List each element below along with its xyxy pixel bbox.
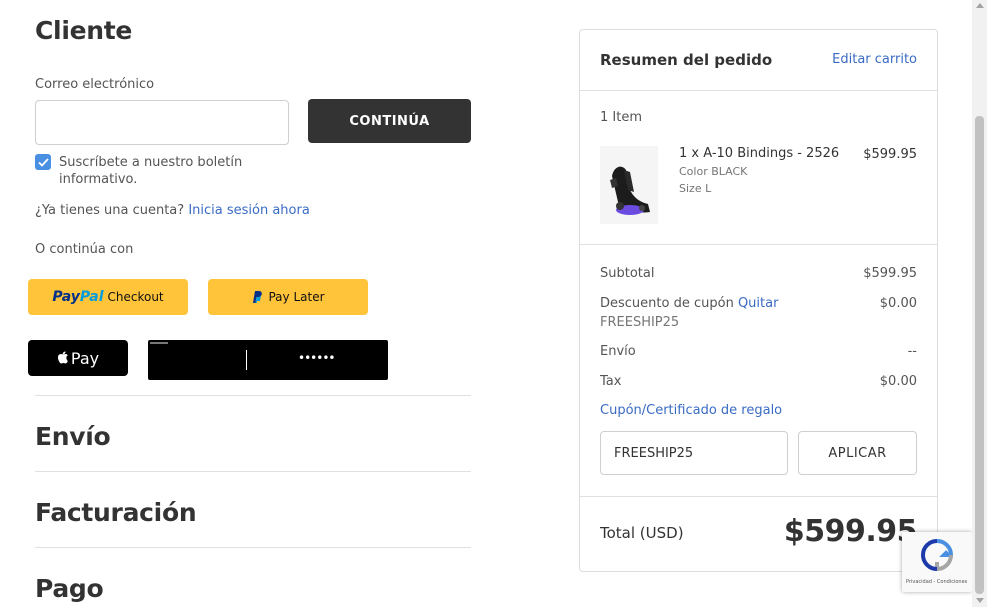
tax-label: Tax (600, 374, 622, 389)
coupon-remove-link[interactable]: Quitar (738, 296, 779, 311)
check-icon (37, 157, 49, 167)
paylater-button[interactable]: Pay Later (208, 279, 368, 315)
paypal-logo-pal: Pal (79, 289, 104, 305)
summary-divider (580, 496, 937, 497)
gift-certificate-link[interactable]: Cupón/Certificado de regalo (600, 403, 782, 418)
coupon-code-input[interactable]: FREESHIP25 (600, 431, 788, 475)
newsletter-checkbox[interactable] (35, 154, 51, 170)
gpay-progress-mark (150, 342, 168, 344)
tax-value: $0.00 (879, 374, 917, 389)
recaptcha-footer[interactable]: Privacidad - Condiciones (906, 579, 967, 585)
edit-cart-link[interactable]: Editar carrito (832, 52, 917, 67)
section-divider (35, 471, 471, 472)
newsletter-label: Suscríbete a nuestro boletín informativo… (59, 154, 242, 188)
summary-divider (580, 90, 937, 91)
bindings-image-icon (610, 166, 650, 215)
scrollbar[interactable] (972, 0, 987, 607)
scrollbar-thumb[interactable] (975, 116, 984, 594)
apple-icon (57, 351, 68, 364)
shipping-value: -- (907, 344, 917, 359)
section-divider (35, 547, 471, 548)
or-continue-label: O continúa con (35, 242, 134, 257)
applied-coupon-code: FREESHIP25 (600, 315, 680, 330)
account-question: ¿Ya tienes una cuenta? (35, 203, 185, 218)
paylater-label: Pay Later (268, 290, 325, 304)
recaptcha-icon (920, 539, 954, 572)
item-name: 1 x A-10 Bindings - 2526 (679, 146, 840, 161)
shipping-label: Envío (600, 344, 636, 359)
apply-coupon-button[interactable]: APLICAR (798, 431, 917, 475)
order-summary-panel: Resumen del pedido Editar carrito 1 Item… (579, 29, 938, 572)
email-label: Correo electrónico (35, 77, 155, 92)
item-price: $599.95 (863, 147, 917, 162)
billing-heading[interactable]: Facturación (35, 498, 197, 527)
total-label: Total (USD) (600, 524, 684, 542)
scroll-up-arrow-icon[interactable] (976, 3, 984, 8)
subtotal-value: $599.95 (863, 266, 917, 281)
apple-pay-label: Pay (70, 348, 100, 368)
item-count: 1 Item (600, 110, 642, 125)
newsletter-line-2: informativo. (59, 172, 138, 187)
recaptcha-badge[interactable]: Privacidad - Condiciones (902, 532, 972, 592)
apple-pay-button[interactable]: Pay (28, 340, 128, 376)
coupon-row: Descuento de cupón Quitar (600, 296, 778, 311)
newsletter-line-1: Suscríbete a nuestro boletín (59, 155, 243, 170)
payment-heading[interactable]: Pago (35, 574, 104, 603)
paypal-checkout-label: Checkout (107, 290, 164, 304)
product-image (600, 146, 658, 224)
total-value: $599.95 (783, 514, 918, 549)
gpay-separator (246, 350, 247, 370)
paypal-p-icon (253, 291, 263, 303)
continue-button[interactable]: CONTINÚA (308, 99, 471, 143)
summary-divider (580, 244, 937, 245)
account-prompt: ¿Ya tienes una cuenta? Inicia sesión aho… (35, 202, 310, 219)
coupon-label: Descuento de cupón (600, 296, 734, 311)
signin-link[interactable]: Inicia sesión ahora (188, 203, 310, 218)
section-divider (35, 395, 471, 396)
item-size: Size L (679, 182, 712, 195)
google-pay-button[interactable]: •••••• (148, 340, 388, 380)
email-input[interactable] (35, 100, 289, 145)
gpay-card-dots: •••••• (298, 351, 335, 365)
item-color: Color BLACK (679, 165, 748, 178)
paypal-checkout-button[interactable]: Pay Pal Checkout (28, 279, 188, 315)
subtotal-label: Subtotal (600, 266, 655, 281)
scroll-down-arrow-icon[interactable] (976, 598, 984, 603)
coupon-value: $0.00 (879, 296, 917, 311)
summary-title: Resumen del pedido (600, 51, 773, 69)
paypal-logo-pay: Pay (52, 289, 80, 305)
customer-heading: Cliente (35, 16, 133, 45)
shipping-heading[interactable]: Envío (35, 422, 111, 451)
